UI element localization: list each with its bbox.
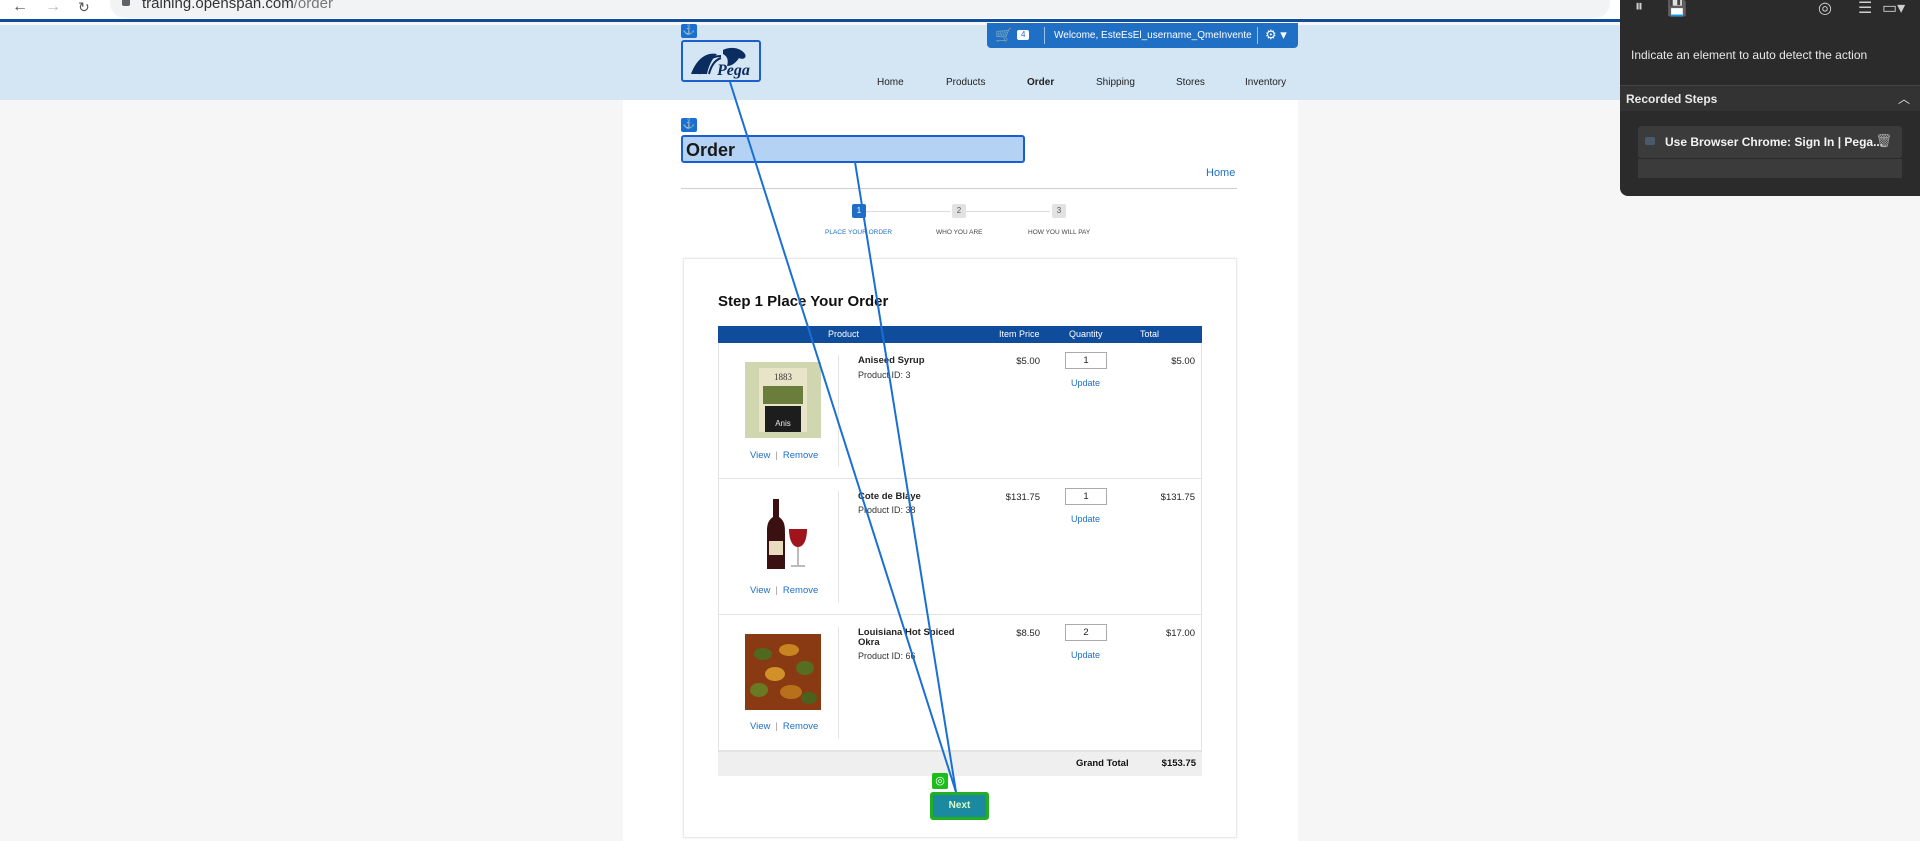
step-1-indicator: 1	[852, 204, 866, 218]
recorded-step-label: Use Browser Chrome: Sign In | Pega...	[1665, 135, 1884, 149]
svg-text:Anis: Anis	[775, 419, 791, 428]
address-bar[interactable]	[110, 0, 1610, 18]
update-link[interactable]: Update	[1071, 650, 1100, 660]
row-actions: View | Remove	[750, 721, 819, 732]
save-icon[interactable]: 💾	[1667, 0, 1687, 18]
step-1-label: PLACE YOUR ORDER	[825, 229, 893, 236]
browser-icon	[1645, 137, 1655, 145]
divider	[681, 188, 1237, 189]
recorded-steps-header[interactable]: Recorded Steps ︿	[1620, 85, 1920, 111]
settings-icon[interactable]: ◎	[1818, 0, 1832, 18]
anchor-icon[interactable]: ⚓	[681, 24, 697, 38]
product-name: Aniseed Syrup	[858, 355, 925, 366]
wine-bottle-image[interactable]	[745, 497, 821, 573]
view-link[interactable]: View	[750, 450, 770, 461]
recorded-step[interactable]: Use Browser Chrome: Sign In | Pega... 🗑	[1638, 126, 1902, 158]
target-icon[interactable]: ◎	[932, 773, 948, 789]
divider	[838, 627, 839, 739]
quantity-input[interactable]: 1	[1065, 488, 1107, 505]
line-total: $5.00	[1171, 356, 1195, 367]
column-header-product: Product	[828, 329, 860, 339]
divider	[838, 355, 839, 467]
window-icon[interactable]: ▭▾	[1882, 0, 1905, 18]
back-arrow-icon[interactable]: ←	[12, 0, 28, 15]
pause-icon[interactable]: ⏸	[1635, 0, 1643, 16]
product-id: Product ID: 38	[858, 505, 916, 515]
divider	[1044, 27, 1045, 44]
grand-total-label: Grand Total	[1076, 758, 1129, 769]
product-name: Cote de Blaye	[858, 491, 921, 502]
line-total: $17.00	[1165, 628, 1195, 639]
welcome-text: Welcome, EsteEsEl_username_QmeInvente	[1054, 30, 1252, 41]
logo-text: Pega	[717, 62, 750, 79]
step-connector	[866, 211, 950, 212]
nav-home[interactable]: Home	[877, 77, 904, 88]
nav-products[interactable]: Products	[946, 77, 985, 88]
cart-count-badge[interactable]: 4	[1017, 30, 1030, 40]
row-actions: View | Remove	[750, 585, 819, 596]
lock-icon[interactable]	[122, 0, 130, 6]
nav-order[interactable]: Order	[1027, 77, 1054, 88]
page-title-highlight[interactable]: Order	[681, 135, 1025, 163]
remove-link[interactable]: Remove	[783, 721, 818, 732]
remove-link[interactable]: Remove	[783, 450, 818, 461]
next-button[interactable]: Next	[930, 792, 989, 820]
okra-dish-image[interactable]	[745, 634, 821, 710]
step-3-label: HOW YOU WILL PAY	[1028, 229, 1091, 236]
svg-text:1883: 1883	[774, 372, 793, 382]
update-link[interactable]: Update	[1071, 378, 1100, 388]
url-domain: training.openspan.com	[142, 0, 294, 12]
list-icon[interactable]: ☰	[1858, 0, 1872, 18]
page-title: Order	[686, 140, 736, 160]
syrup-bottle-image[interactable]: 1883 Anis	[745, 362, 821, 438]
update-link[interactable]: Update	[1071, 514, 1100, 524]
site-logo[interactable]: Pega	[681, 40, 761, 82]
recorder-hint: Indicate an element to auto detect the a…	[1631, 48, 1868, 62]
recorded-step-footer	[1638, 158, 1902, 178]
trash-icon[interactable]: 🗑	[1875, 133, 1892, 149]
chevron-up-icon[interactable]: ︿	[1898, 90, 1910, 107]
nav-inventory[interactable]: Inventory	[1245, 77, 1286, 88]
column-header-quantity: Quantity	[1069, 329, 1103, 339]
item-price: $5.00	[1016, 356, 1040, 367]
cart-icon[interactable]: 🛒	[995, 27, 1012, 44]
row-actions: View | Remove	[750, 450, 819, 461]
column-header-total: Total	[1140, 329, 1160, 339]
divider	[838, 491, 839, 603]
recorder-panel: ⏸ 💾 ◎ ☰ ▭▾ Indicate an element to auto d…	[1620, 0, 1920, 196]
step-2-indicator: 2	[952, 204, 966, 218]
url-path: /order	[293, 0, 333, 12]
step-connector	[966, 211, 1050, 212]
breadcrumb-home-link[interactable]: Home	[1206, 167, 1235, 179]
column-header-item-price: Item Price	[999, 329, 1040, 339]
reload-icon[interactable]: ↻	[78, 0, 90, 14]
item-price: $131.75	[1005, 492, 1040, 503]
remove-link[interactable]: Remove	[783, 585, 818, 596]
grand-total-value: $153.75	[1161, 758, 1196, 769]
order-step-title: Step 1 Place Your Order	[718, 293, 889, 310]
forward-arrow-icon[interactable]: →	[45, 0, 61, 15]
quantity-input[interactable]: 2	[1065, 624, 1107, 641]
product-id: Product ID: 3	[858, 370, 911, 380]
divider	[1257, 27, 1258, 44]
nav-shipping[interactable]: Shipping	[1096, 77, 1135, 88]
grand-total-row: Grand Total $153.75	[718, 752, 1202, 776]
product-name: Louisiana Hot Spiced Okra	[858, 627, 955, 648]
view-link[interactable]: View	[750, 721, 770, 732]
nav-stores[interactable]: Stores	[1176, 77, 1205, 88]
user-toolbar: 🛒 4 Welcome, EsteEsEl_username_QmeInvent…	[987, 23, 1298, 48]
recorded-steps-title: Recorded Steps	[1626, 92, 1718, 106]
gear-icon[interactable]: ⚙ ▾	[1265, 27, 1287, 43]
table-header: Product Item Price Quantity Total	[718, 326, 1202, 343]
line-total: $131.75	[1160, 492, 1195, 503]
anchor-icon[interactable]: ⚓	[681, 118, 697, 132]
step-2-label: WHO YOU ARE	[936, 229, 983, 236]
url-text[interactable]: training.openspan.com/order	[142, 0, 333, 12]
quantity-input[interactable]: 1	[1065, 352, 1107, 369]
item-price: $8.50	[1016, 628, 1040, 639]
view-link[interactable]: View	[750, 585, 770, 596]
step-3-indicator: 3	[1052, 204, 1066, 218]
product-id: Product ID: 66	[858, 651, 916, 661]
